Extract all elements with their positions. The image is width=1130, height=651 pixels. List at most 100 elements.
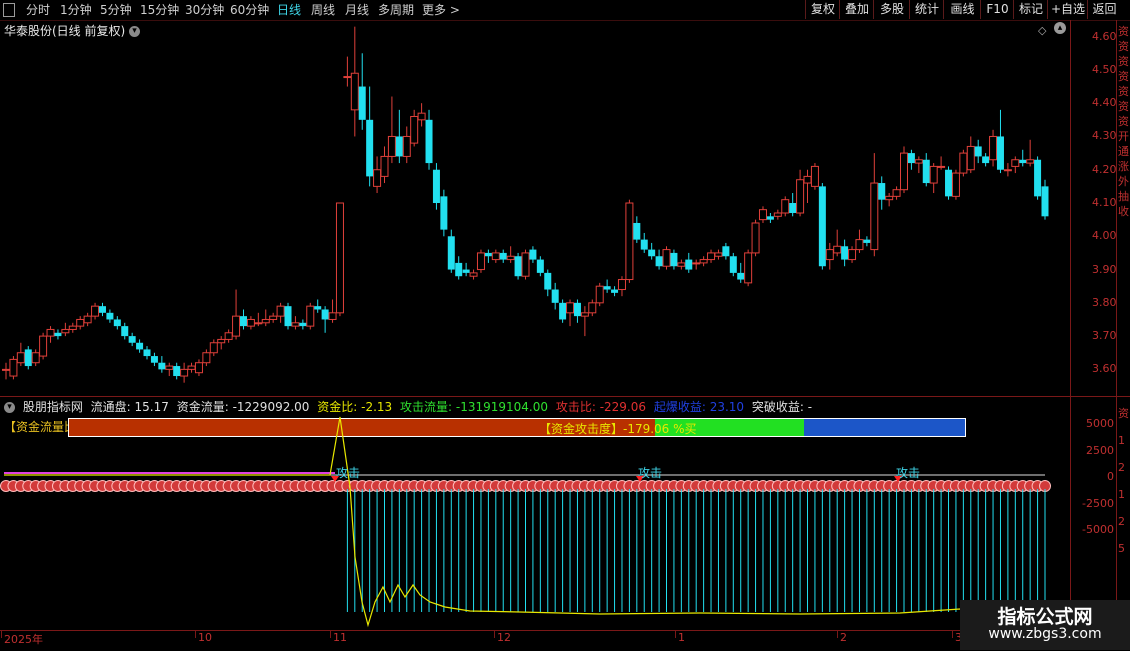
toolbar-item-8[interactable]: 月线: [345, 2, 369, 18]
toolbar-button-3[interactable]: 统计: [909, 0, 944, 19]
candle-7: [54, 329, 62, 340]
candle-12: [91, 302, 100, 320]
candle-13: [98, 302, 106, 317]
date-label-4: 1: [678, 631, 685, 644]
candle-129: [959, 149, 968, 177]
candle-110: [818, 183, 826, 270]
candle-85: [633, 216, 641, 243]
candle-75: [559, 299, 567, 323]
toolbar-item-7[interactable]: 周线: [311, 2, 335, 18]
candle-47: [350, 26, 359, 137]
attack-label-1: 攻击: [336, 466, 361, 480]
price-label-1: 4.50: [1092, 62, 1117, 76]
toolbar-item-6[interactable]: 日线: [277, 2, 301, 18]
candle-17: [128, 332, 136, 347]
attack-label-2: 攻击: [638, 466, 663, 480]
price-label-9: 3.70: [1092, 329, 1117, 343]
toolbar-button-7[interactable]: +自选: [1047, 0, 1088, 19]
indicator-axis-label-2: 0: [1107, 470, 1114, 483]
candle-3: [24, 346, 32, 370]
candle-90: [670, 249, 678, 270]
toolbar-item-5[interactable]: 60分钟: [230, 2, 269, 18]
watermark-title: 指标公式网: [997, 606, 1093, 628]
candle-133: [989, 129, 998, 167]
candle-93: [692, 259, 701, 270]
price-label-5: 4.10: [1092, 196, 1117, 209]
candle-53: [395, 109, 403, 164]
candle-18: [136, 339, 144, 353]
price-label-4: 4.20: [1092, 162, 1117, 176]
date-tick-6: [952, 630, 953, 638]
candle-14: [106, 309, 114, 323]
candle-30: [224, 329, 233, 343]
candle-38: [284, 302, 292, 330]
date-label-1: 10: [198, 631, 212, 644]
candle-102: [758, 206, 767, 223]
candle-23: [173, 362, 181, 380]
toolbar-item-10[interactable]: 更多 >: [422, 2, 460, 18]
candle-140: [1041, 179, 1049, 220]
toolbar-button-0[interactable]: 复权: [805, 0, 840, 19]
toolbar-button-4[interactable]: 画线: [943, 0, 981, 19]
toolbar-item-3[interactable]: 15分钟: [140, 2, 179, 18]
candle-26: [194, 359, 203, 377]
toolbar-button-8[interactable]: 返回: [1087, 0, 1121, 19]
toolbar-item-4[interactable]: 30分钟: [185, 2, 224, 18]
date-label-5: 2: [840, 631, 847, 644]
candle-49: [366, 86, 374, 187]
toolbar-button-1[interactable]: 叠加: [839, 0, 874, 19]
candle-137: [1019, 149, 1027, 167]
candle-27: [202, 349, 211, 367]
candle-2: [16, 342, 25, 367]
indicator-axis-label-4: -5000: [1082, 523, 1114, 536]
candle-114: [848, 246, 857, 263]
indicator-chart: [0, 416, 1051, 628]
candle-74: [551, 282, 559, 310]
toolbar-button-5[interactable]: F10: [980, 0, 1014, 19]
candle-69: [514, 252, 522, 280]
menu-square-icon[interactable]: [3, 3, 15, 17]
candle-65: [484, 249, 492, 263]
candle-45: [335, 202, 344, 317]
candle-118: [878, 176, 886, 210]
toolbar-button-2[interactable]: 多股: [873, 0, 910, 19]
date-tick-4: [675, 630, 676, 638]
candle-99: [737, 262, 745, 283]
candle-97: [722, 242, 730, 260]
candle-58: [432, 163, 440, 210]
candle-116: [863, 236, 871, 247]
candle-104: [773, 209, 782, 220]
date-label-2: 11: [333, 631, 347, 644]
price-label-0: 4.60: [1092, 29, 1117, 43]
candle-64: [476, 249, 485, 273]
candle-66: [491, 249, 500, 263]
candle-135: [1003, 163, 1012, 177]
candle-84: [625, 199, 634, 283]
toolbar-item-0[interactable]: 分时: [26, 2, 50, 18]
candle-113: [841, 239, 849, 267]
candle-44: [328, 299, 337, 323]
toolbar-item-1[interactable]: 1分钟: [60, 2, 92, 18]
candle-96: [714, 249, 723, 260]
toolbar-item-9[interactable]: 多周期: [378, 2, 414, 18]
candle-101: [751, 219, 760, 257]
candle-125: [929, 163, 938, 194]
candle-83: [617, 276, 626, 297]
candle-15: [113, 316, 121, 330]
candle-63: [469, 269, 478, 280]
candle-20: [150, 352, 158, 367]
candle-36: [269, 312, 278, 323]
candle-61: [455, 256, 463, 280]
toolbar-button-6[interactable]: 标记: [1013, 0, 1048, 19]
candle-48: [358, 53, 366, 130]
date-tick-1: [195, 630, 196, 638]
candle-95: [707, 249, 716, 263]
price-label-6: 4.00: [1092, 229, 1117, 243]
candle-51: [380, 146, 389, 184]
candle-126: [937, 156, 946, 170]
toolbar-item-2[interactable]: 5分钟: [100, 2, 132, 18]
candle-39: [291, 316, 300, 330]
candle-1: [9, 356, 18, 380]
indicator-axis-label-0: 5000: [1086, 417, 1114, 430]
price-label-8: 3.80: [1092, 295, 1117, 309]
